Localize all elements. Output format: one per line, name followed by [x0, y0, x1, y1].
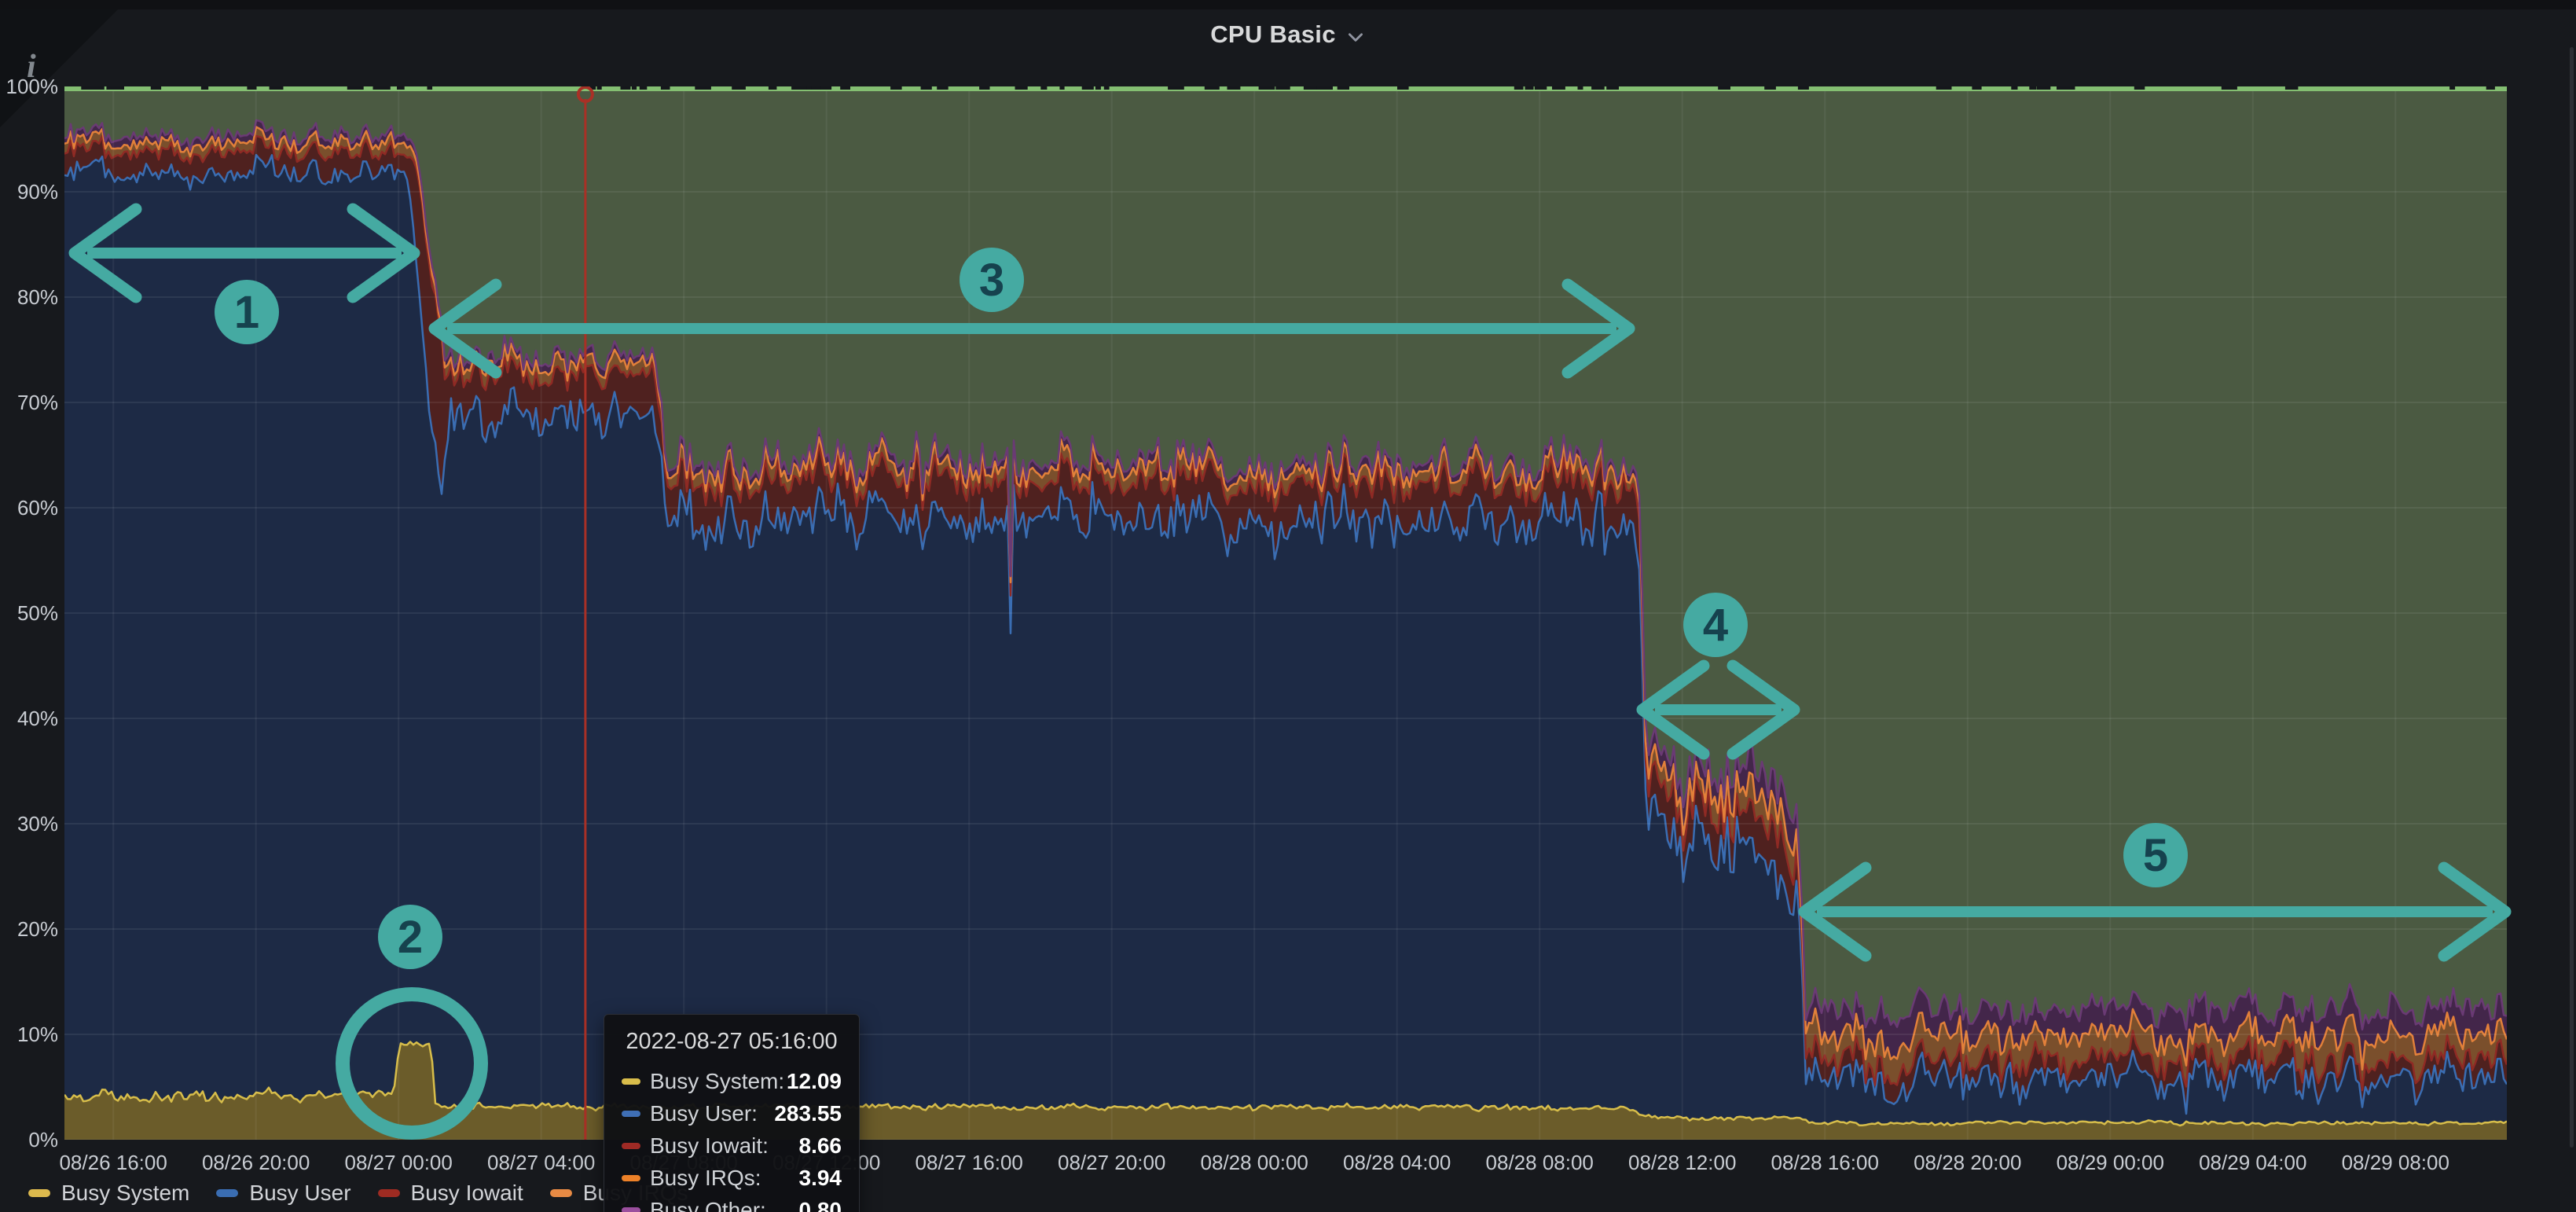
chart-tooltip: 2022-08-27 05:16:00 Busy System:12.09Bus… [604, 1014, 860, 1212]
tooltip-rows: Busy System:12.09 Busy User:283.55 Busy Io… [622, 1069, 842, 1212]
tooltip-series-label: Busy User: [650, 1101, 774, 1126]
x-axis-label: 08/27 00:00 [344, 1151, 452, 1175]
tooltip-timestamp: 2022-08-27 05:16:00 [622, 1029, 842, 1055]
x-axis-label: 08/28 20:00 [1914, 1151, 2021, 1175]
tooltip-series-value: 283.55 [774, 1101, 842, 1126]
tooltip-series-label: Busy IRQs: [650, 1166, 799, 1191]
tooltip-series-value: 0.80 [799, 1198, 842, 1212]
y-axis-label: 20% [0, 919, 58, 939]
panel-title[interactable]: CPU Basic [1210, 20, 1336, 49]
legend: Busy SystemBusy UserBusy IowaitBusy IRQs [28, 1181, 688, 1206]
x-axis-label: 08/28 08:00 [1486, 1151, 1594, 1175]
tooltip-series-swatch [622, 1175, 640, 1181]
x-axis-label: 08/27 04:00 [487, 1151, 595, 1175]
y-axis-label: 10% [0, 1024, 58, 1045]
legend-item-busy-system[interactable]: Busy System [28, 1181, 189, 1206]
legend-item-busy-user[interactable]: Busy User [216, 1181, 350, 1206]
chart-plot-area[interactable] [64, 86, 2507, 1140]
tooltip-row: Busy Other:0.80 [622, 1198, 842, 1212]
x-axis-label: 08/28 04:00 [1343, 1151, 1451, 1175]
chevron-down-icon [1345, 27, 1366, 47]
legend-swatch [216, 1189, 238, 1197]
tooltip-row: Busy Iowait:8.66 [622, 1133, 842, 1159]
x-axis-label: 08/29 00:00 [2057, 1151, 2164, 1175]
y-axis-label: 50% [0, 603, 58, 623]
tooltip-series-swatch [622, 1143, 640, 1149]
y-axis-label: 100% [0, 76, 58, 97]
x-axis-label: 08/29 04:00 [2199, 1151, 2306, 1175]
grafana-dashboard-view: CPU Basic i 100%90%80%70%60%50%40%30%20%… [0, 0, 2576, 1212]
tooltip-row: Busy System:12.09 [622, 1069, 842, 1094]
legend-item-busy-iowait[interactable]: Busy Iowait [378, 1181, 523, 1206]
tooltip-series-value: 8.66 [799, 1133, 842, 1159]
x-axis-label: 08/28 16:00 [1771, 1151, 1879, 1175]
tooltip-series-label: Busy Other: [650, 1198, 799, 1212]
panel-header[interactable]: CPU Basic [0, 9, 2576, 60]
tooltip-series-swatch [622, 1111, 640, 1117]
x-axis-label: 08/29 08:00 [2342, 1151, 2449, 1175]
x-axis-label: 08/28 00:00 [1201, 1151, 1308, 1175]
tooltip-series-label: Busy Iowait: [650, 1133, 799, 1159]
tooltip-series-label: Busy System: [650, 1069, 787, 1094]
tooltip-row: Busy User:283.55 [622, 1101, 842, 1126]
y-axis: 100% 90% 80% 70% 60% 50% 40% 30% 20% 10% 0% [0, 9, 58, 1212]
y-axis-label: 30% [0, 814, 58, 834]
tooltip-series-swatch [622, 1078, 640, 1085]
cpu-basic-panel: CPU Basic i 100%90%80%70%60%50%40%30%20%… [0, 9, 2576, 1212]
legend-swatch [378, 1189, 400, 1197]
x-axis-label: 08/26 20:00 [202, 1151, 310, 1175]
tooltip-series-value: 3.94 [799, 1166, 842, 1191]
y-axis-label: 90% [0, 182, 58, 202]
legend-label: Busy Iowait [411, 1181, 523, 1206]
legend-swatch [28, 1189, 50, 1197]
y-axis-label: 80% [0, 287, 58, 307]
tooltip-row: Busy IRQs:3.94 [622, 1166, 842, 1191]
legend-label: Busy User [249, 1181, 350, 1206]
x-axis-label: 08/27 20:00 [1058, 1151, 1165, 1175]
y-axis-label: 0% [0, 1129, 58, 1150]
y-axis-label: 40% [0, 708, 58, 729]
x-axis-label: 08/26 16:00 [59, 1151, 167, 1175]
y-axis-label: 60% [0, 498, 58, 518]
x-axis-label: 08/27 16:00 [916, 1151, 1023, 1175]
y-axis-label: 70% [0, 392, 58, 413]
x-axis-label: 08/28 12:00 [1628, 1151, 1736, 1175]
legend-swatch [550, 1189, 572, 1197]
tooltip-series-value: 12.09 [787, 1069, 842, 1094]
tooltip-series-swatch [622, 1207, 640, 1212]
scrollbar-thumb[interactable] [2570, 47, 2574, 1148]
cpu-stacked-area-chart [64, 86, 2507, 1140]
legend-label: Busy System [61, 1181, 189, 1206]
